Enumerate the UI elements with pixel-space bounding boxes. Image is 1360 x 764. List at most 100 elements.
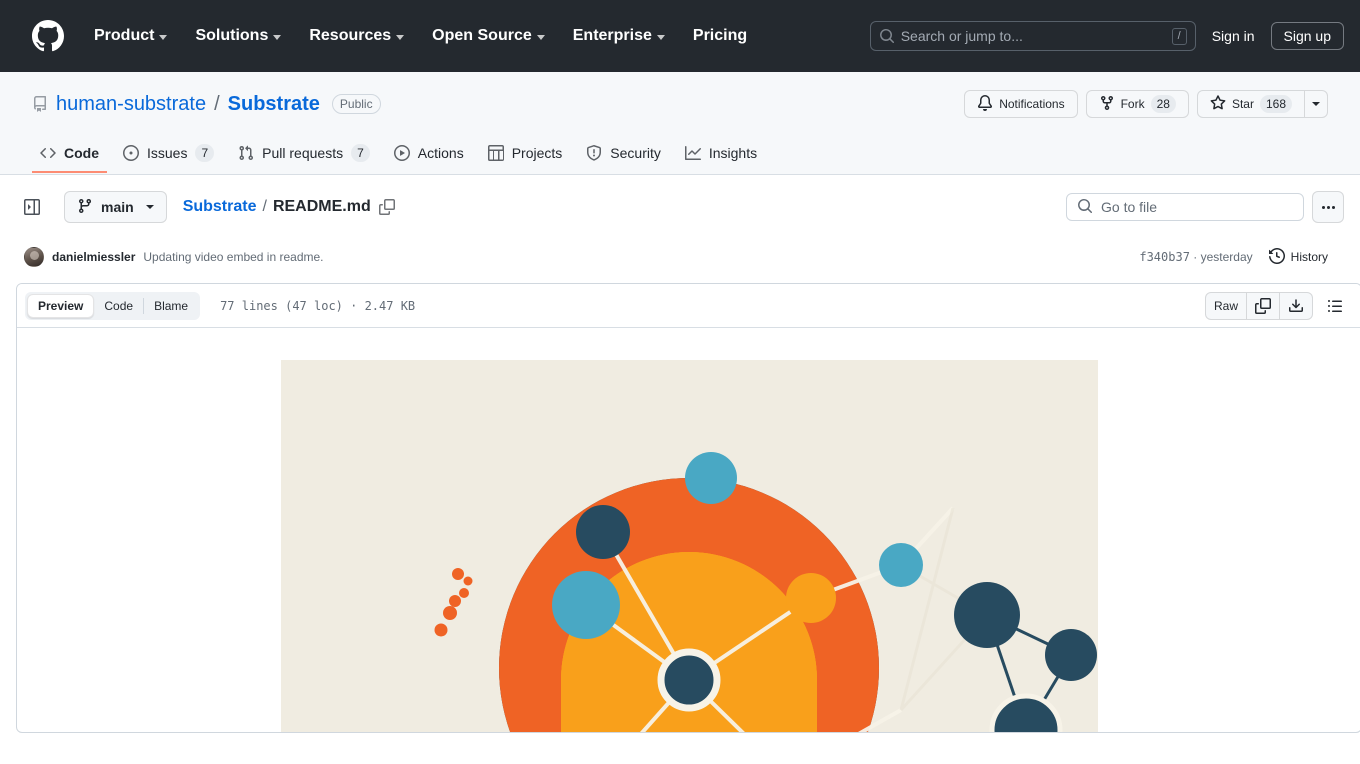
commit-dot: · xyxy=(1193,250,1198,264)
fork-button[interactable]: Fork 28 xyxy=(1085,90,1189,118)
tab-label: Actions xyxy=(417,145,464,161)
global-header-right: Search or jump to... / Sign in Sign up xyxy=(869,21,1344,51)
repository-actions: Notifications Fork 28 Star 168 xyxy=(964,90,1328,118)
repo-icon xyxy=(32,96,48,112)
tab-label: Code xyxy=(64,145,99,161)
bell-icon xyxy=(977,94,993,114)
search-input[interactable]: Search or jump to... / xyxy=(869,21,1196,51)
nav-item-label: Resources xyxy=(309,27,392,44)
graph-icon xyxy=(684,145,701,161)
commit-sha[interactable]: f340b37 xyxy=(1139,250,1190,264)
kebab-dot xyxy=(1326,205,1330,209)
file-view-toolbar: Preview Code Blame 77 lines (47 loc) · 2… xyxy=(17,284,1360,328)
issue-opened-icon xyxy=(123,145,139,161)
file-nav-right: Go to file xyxy=(1066,191,1344,223)
shield-icon xyxy=(586,145,602,161)
sidebar-expand-icon[interactable] xyxy=(16,191,48,223)
breadcrumb-root-link[interactable]: Substrate xyxy=(183,198,257,216)
nav-item-label: Solutions xyxy=(195,27,269,44)
fork-label: Fork xyxy=(1120,97,1145,111)
copy-path-icon[interactable] xyxy=(378,199,395,215)
tab-security[interactable]: Security xyxy=(578,135,669,173)
tab-projects[interactable]: Projects xyxy=(480,135,571,173)
repo-owner-link[interactable]: human-substrate xyxy=(56,93,206,116)
tab-count: 7 xyxy=(195,144,215,162)
history-label: History xyxy=(1290,250,1328,264)
tab-preview[interactable]: Preview xyxy=(27,293,95,318)
global-nav: Product Solutions Resources Open Source … xyxy=(80,19,761,53)
branch-selector-button[interactable]: main xyxy=(64,191,167,223)
tab-label: Security xyxy=(610,145,661,161)
repository-tabs: Code Issues 7 Pull requests 7 Actions Pr… xyxy=(32,134,1328,174)
commit-author-link[interactable]: danielmiessler xyxy=(52,250,135,264)
notifications-button[interactable]: Notifications xyxy=(964,90,1078,118)
nav-item-open-source[interactable]: Open Source xyxy=(418,19,559,53)
raw-button[interactable]: Raw xyxy=(1206,293,1246,319)
star-dropdown-button[interactable] xyxy=(1304,90,1328,118)
nav-item-solutions[interactable]: Solutions xyxy=(181,19,295,53)
nav-item-label: Product xyxy=(94,27,155,44)
git-branch-icon xyxy=(77,198,93,217)
star-button-group: Star 168 xyxy=(1196,90,1328,118)
search-icon xyxy=(1077,198,1093,217)
code-icon xyxy=(40,145,56,161)
sign-in-link[interactable]: Sign in xyxy=(1212,28,1255,44)
nav-item-resources[interactable]: Resources xyxy=(295,19,418,53)
go-to-file-input[interactable]: Go to file xyxy=(1066,193,1304,221)
nav-item-product[interactable]: Product xyxy=(80,19,181,53)
chevron-down-icon xyxy=(396,34,405,40)
tab-blame[interactable]: Blame xyxy=(144,294,198,318)
history-button[interactable]: History xyxy=(1268,247,1328,267)
tab-insights[interactable]: Insights xyxy=(677,135,765,173)
commit-message[interactable]: Updating video embed in readme. xyxy=(143,250,323,264)
commit-sha-and-time: f340b37 · yesterday xyxy=(1139,250,1252,264)
nav-item-enterprise[interactable]: Enterprise xyxy=(559,19,679,53)
tab-pull-requests[interactable]: Pull requests 7 xyxy=(230,135,378,173)
history-icon xyxy=(1268,247,1285,267)
search-placeholder: Search or jump to... xyxy=(900,28,1023,44)
table-icon xyxy=(487,145,504,161)
visibility-badge: Public xyxy=(331,94,381,114)
file-view-mode-tabs: Preview Code Blame xyxy=(25,291,201,320)
copy-icon[interactable] xyxy=(1246,292,1279,319)
chevron-down-icon xyxy=(536,34,545,40)
repository-title-row: human-substrate / Substrate Public Notif… xyxy=(32,88,1328,120)
star-icon xyxy=(1210,94,1226,114)
go-to-file-placeholder: Go to file xyxy=(1101,199,1158,215)
sign-up-button[interactable]: Sign up xyxy=(1270,22,1344,50)
nav-item-label: Open Source xyxy=(432,27,532,44)
global-header: Product Solutions Resources Open Source … xyxy=(0,0,1360,72)
page-title: human-substrate / Substrate Public xyxy=(32,93,381,116)
breadcrumb-separator: / xyxy=(262,198,267,215)
github-mark-icon[interactable] xyxy=(32,20,64,52)
kebab-horizontal-icon[interactable] xyxy=(1312,191,1344,223)
nav-item-pricing[interactable]: Pricing xyxy=(679,19,761,53)
tab-code[interactable]: Code xyxy=(32,135,107,173)
branch-name: main xyxy=(101,199,134,215)
avatar[interactable] xyxy=(24,247,44,267)
kebab-dot xyxy=(1321,205,1325,209)
fork-count: 28 xyxy=(1150,95,1176,113)
commit-relative-time: yesterday xyxy=(1200,250,1253,264)
chevron-down-icon xyxy=(656,34,665,40)
file-navigation-row: main Substrate / README.md Go to file xyxy=(0,175,1360,239)
tab-label: Projects xyxy=(511,145,563,161)
download-icon[interactable] xyxy=(1279,292,1312,319)
list-unordered-icon[interactable] xyxy=(1321,292,1349,320)
star-button[interactable]: Star 168 xyxy=(1196,90,1304,118)
repo-name-link[interactable]: Substrate xyxy=(228,93,320,116)
breadcrumb: Substrate / README.md xyxy=(183,198,395,216)
kebab-dot xyxy=(1331,205,1335,209)
tab-issues[interactable]: Issues 7 xyxy=(115,135,222,173)
readme-preview-body xyxy=(17,328,1360,732)
chevron-down-icon xyxy=(159,34,168,40)
star-count: 168 xyxy=(1259,95,1292,113)
file-toolbar-actions: Raw xyxy=(1204,291,1353,320)
substrate-network-graphic xyxy=(280,360,1098,732)
search-icon xyxy=(879,28,895,44)
latest-commit-row: danielmiessler Updating video embed in r… xyxy=(16,239,1344,283)
tab-label: Pull requests xyxy=(262,145,344,161)
tab-code[interactable]: Code xyxy=(94,294,143,318)
git-pull-request-icon xyxy=(238,145,254,161)
tab-actions[interactable]: Actions xyxy=(386,135,472,173)
